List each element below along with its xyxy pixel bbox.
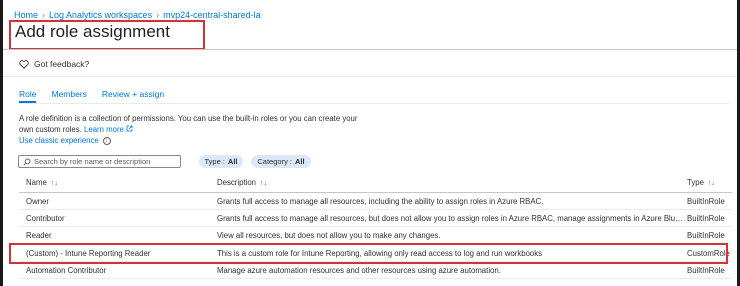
column-header-name[interactable]: Name ↑↓ [26, 178, 58, 187]
section-divider [3, 76, 737, 77]
role-name: Reader [26, 231, 52, 240]
role-name: Contributor [26, 214, 65, 223]
role-name: Owner [26, 197, 49, 206]
column-header-description[interactable]: Description ↑↓ [217, 178, 267, 187]
category-filter-value: All [295, 157, 305, 166]
category-filter-label: Category : [257, 157, 292, 166]
tab-review-assign[interactable]: Review + assign [102, 89, 164, 99]
search-placeholder: Search by role name or description [34, 157, 151, 166]
page-title: Add role assignment [15, 22, 170, 41]
role-type: BuiltInRole [687, 197, 725, 206]
tab-bar-underline [19, 103, 729, 104]
category-filter-pill[interactable]: Category : All [251, 155, 311, 168]
column-header-type-label: Type [687, 178, 704, 187]
role-description: Manage azure automation resources and ot… [217, 266, 501, 275]
feedback-link[interactable]: Got feedback? [19, 59, 89, 69]
external-link-icon [126, 125, 133, 131]
table-row[interactable]: Reader View all resources, but does not … [19, 227, 732, 244]
more-options-icon[interactable]: ··· [150, 24, 165, 38]
table-row[interactable]: Automation Contributor Manage azure auto… [19, 262, 732, 279]
role-description: View all resources, but does not allow y… [217, 231, 441, 240]
column-header-type[interactable]: Type ↑↓ [687, 178, 715, 187]
sort-icon: ↑↓ [707, 180, 715, 187]
breadcrumb-log-analytics[interactable]: Log Analytics workspaces [49, 10, 152, 20]
learn-more-link[interactable]: Learn more [84, 125, 124, 134]
sort-icon: ↑↓ [260, 180, 267, 187]
feedback-label: Got feedback? [34, 59, 90, 69]
info-icon[interactable]: i [102, 136, 111, 145]
sort-icon: ↑↓ [50, 180, 58, 187]
heart-icon [19, 59, 29, 69]
type-filter-value: All [227, 157, 238, 166]
tab-bar: Role Members Review + assign [19, 89, 179, 103]
breadcrumb-separator: › [156, 10, 160, 20]
role-type: BuiltInRole [687, 214, 725, 223]
column-header-name-label: Name [26, 178, 47, 187]
role-name: Automation Contributor [26, 266, 107, 275]
role-search-input[interactable]: Search by role name or description [18, 155, 181, 168]
type-filter-pill[interactable]: Type : All [199, 155, 243, 168]
role-type: BuiltInRole [687, 231, 725, 240]
table-row[interactable]: Owner Grants full access to manage all r… [19, 193, 732, 210]
description-body: A role definition is a collection of per… [19, 114, 358, 134]
role-description: Grants full access to manage all resourc… [217, 197, 544, 206]
breadcrumb: Home › Log Analytics workspaces › mvp24-cent… [14, 10, 261, 20]
table-row[interactable]: Contributor Grants full access to manage… [19, 210, 732, 227]
search-icon [23, 158, 31, 166]
role-description: Grants full access to manage all resourc… [217, 214, 687, 223]
role-type: BuiltInRole [687, 266, 725, 275]
window-edge-left [0, 0, 3, 286]
role-description-text: A role definition is a collection of per… [19, 114, 364, 135]
row-highlight-box [9, 243, 728, 264]
tab-members[interactable]: Members [51, 89, 86, 99]
breadcrumb-home[interactable]: Home [14, 10, 38, 20]
tab-role[interactable]: Role [19, 89, 37, 103]
type-filter-label: Type : [204, 157, 225, 166]
header-divider [3, 49, 737, 50]
breadcrumb-separator: › [42, 10, 46, 20]
breadcrumb-workspace[interactable]: mvp24-central-shared-la [163, 10, 261, 20]
column-header-description-label: Description [217, 178, 256, 187]
classic-experience-link[interactable]: Use classic experience [19, 136, 99, 145]
classic-experience-row: Use classic experience i [19, 136, 111, 145]
